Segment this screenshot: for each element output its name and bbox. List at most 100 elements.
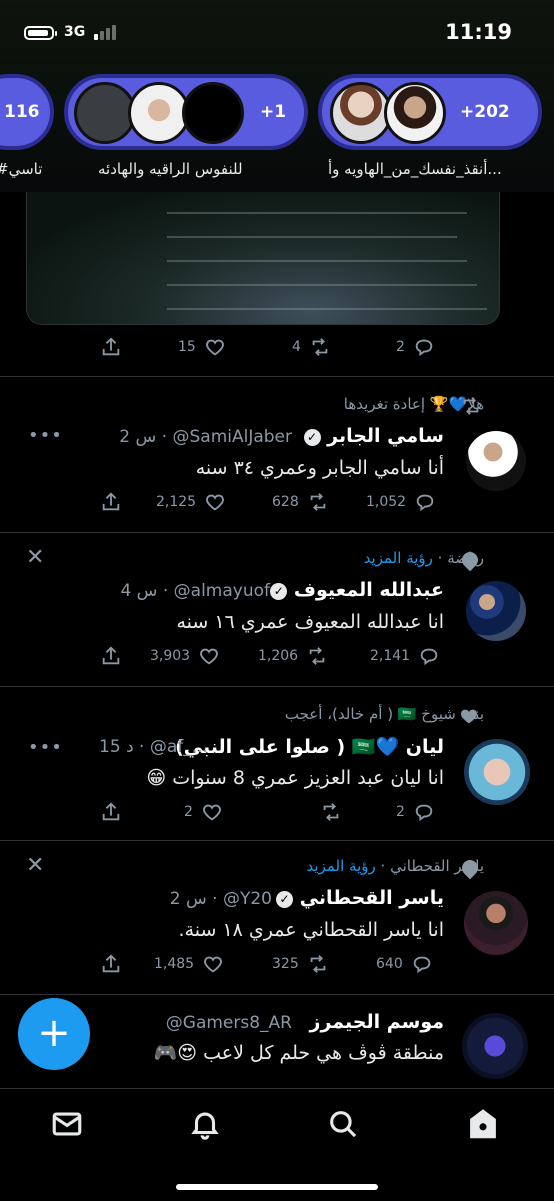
more-options-icon[interactable]: ••• [28,425,63,446]
fleet-count: +1 [260,102,287,122]
retweet-icon [310,493,326,511]
share-button[interactable] [100,491,122,513]
like-button[interactable]: 2 [184,801,223,823]
retweet-count: 1,206 [258,648,299,664]
avatar[interactable] [464,891,528,955]
author-name[interactable]: عبدالله المعيوف ✓ [270,579,444,601]
retweet-icon [310,955,326,973]
retweet-count: 325 [272,956,299,972]
reply-icon [415,339,433,357]
tweet-time: 2 س [169,889,207,909]
more-options-icon[interactable]: ••• [28,737,63,758]
like-button[interactable]: 15 [178,336,226,358]
retweet-icon [323,803,339,821]
author-handle: @Y20 [222,889,272,909]
avatar [128,82,190,144]
author-name-text: عبدالله المعيوف [293,579,444,601]
fleet-label[interactable]: للنفوس الراقيه والهادئه [98,160,243,178]
retweet-button[interactable]: 1,206 [258,645,328,667]
share-icon [102,646,120,665]
tweet[interactable]: رياضة · رؤية المزيد ✕ عبدالله المعيوف ✓ … [0,533,554,687]
tweet-text: أنا سامي الجابر وعمري ٣٤ سنه [195,457,444,479]
status-bar: 3G 11:19 [0,0,554,64]
topic-context: ياسر القحطاني · رؤية المزيد [306,857,484,875]
reply-icon [420,648,438,666]
tweet[interactable]: هلا💙🏆 إعادة تغريدها سامي الجابر ✓ 2 س · … [0,377,554,533]
reply-button[interactable]: 1,052 [366,491,436,513]
tweet-text: منطقة ڤوڤ هي حلم كل لاعب 😍🎮 [153,1042,444,1064]
tweet-text: انا عبدالله المعيوف عمري ١٦ سنه [176,611,444,633]
retweet-button[interactable]: 628 [272,491,329,513]
tab-messages[interactable] [50,1107,84,1141]
avatar [384,82,446,144]
share-button[interactable] [100,645,122,667]
fleet-count: +202 [460,102,510,122]
like-button[interactable]: 2,125 [156,491,226,513]
like-button[interactable]: 1,485 [154,953,224,975]
share-button[interactable] [100,336,122,358]
retweet-icon [312,338,328,356]
heart-icon [458,705,480,727]
fleet-pill[interactable]: +202 [318,74,542,150]
author-name[interactable]: موسم الجيمرز [310,1011,444,1033]
reply-button[interactable]: 2,141 [370,645,440,667]
avatar [330,82,392,144]
signal-icon [94,24,120,40]
retweet-icon [458,395,486,417]
topic-icon [458,856,482,880]
tweet-meta: 15 د · @af_... [99,737,208,757]
tweet-actions: 15 4 2 [100,336,450,362]
author-handle: @SamiAlJaber [172,427,292,447]
share-icon [102,492,120,511]
compose-tweet-button[interactable]: + [18,998,90,1070]
see-more-link[interactable]: رؤية المزيد [364,549,433,567]
reply-count: 2 [396,804,405,820]
avatar[interactable] [466,431,526,491]
reply-button[interactable]: 2 [396,336,435,358]
search-icon [330,1111,357,1138]
retweet-button[interactable] [312,801,342,823]
author-name[interactable]: ليان 💙🇸🇦 ( صلوا على النبي) [175,735,444,758]
share-button[interactable] [100,953,122,975]
retweet-button[interactable]: 4 [292,336,331,358]
tweet[interactable]: بنت شيوخ 🇸🇦 ( أم خالد)، أعجب ليان 💙🇸🇦 ( … [0,687,554,841]
tab-home[interactable] [466,1107,500,1141]
fleet-pill[interactable]: 116 [0,74,54,150]
close-icon[interactable]: ✕ [26,545,44,570]
fleet-label[interactable]: #تاسي [0,160,42,178]
home-indicator [176,1184,378,1190]
tweet-meta: 2 س · @SamiAlJaber [119,427,292,447]
see-more-link[interactable]: رؤية المزيد [307,857,376,875]
avatar[interactable] [464,739,530,805]
author-handle: @af_... [149,737,208,757]
avatar [182,82,244,144]
author-name[interactable]: ياسر القحطاني ✓ [275,887,444,909]
tab-notifications[interactable] [188,1107,222,1141]
battery-icon [24,26,57,40]
like-count: 15 [178,339,196,355]
reply-button[interactable]: 2 [396,801,435,823]
tweet[interactable]: ياسر القحطاني · رؤية المزيد ✕ ياسر القحط… [0,841,554,995]
tweet-meta: 2 س · @Y20 [169,889,272,909]
share-button[interactable] [100,801,122,823]
fleet-label[interactable]: أنقذ_نفسك_من_الهاويه وأ... [328,160,502,178]
close-icon[interactable]: ✕ [26,853,44,878]
avatar[interactable] [462,1013,528,1079]
reply-count: 2 [396,339,405,355]
reply-count: 1,052 [366,494,407,510]
reply-button[interactable]: 640 [376,953,433,975]
author-name[interactable]: سامي الجابر ✓ [303,425,444,447]
avatar[interactable] [466,581,526,641]
author-name-text: سامي الجابر [327,425,444,447]
fleet-pill[interactable]: +1 [64,74,308,150]
tweet-media-image[interactable] [26,192,500,325]
tweet-meta: 4 س · @almayuof [120,581,270,601]
like-button[interactable]: 3,903 [150,645,220,667]
retweet-button[interactable]: 325 [272,953,329,975]
author-name-text: ياسر القحطاني [299,887,444,909]
share-icon [102,337,120,356]
tab-search[interactable] [326,1107,360,1141]
tweet-actions: 1,485 325 640 [100,953,450,979]
retweet-icon [309,647,325,665]
clock: 11:19 [445,20,512,44]
